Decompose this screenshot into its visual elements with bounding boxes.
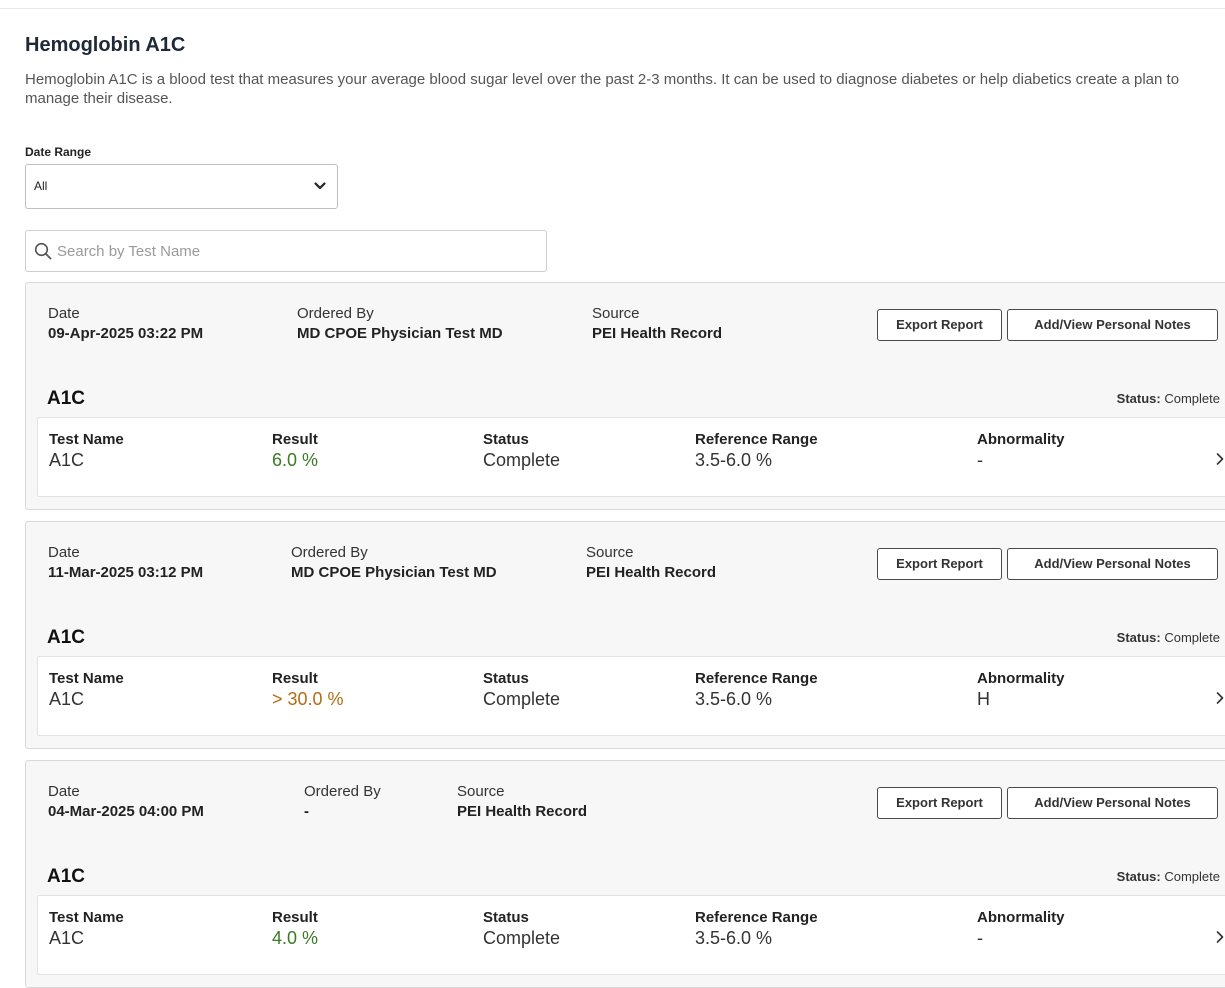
chevron-down-icon bbox=[314, 182, 326, 190]
status-value: Complete bbox=[1164, 391, 1220, 406]
col-status: Status bbox=[483, 431, 529, 448]
status-value: Complete bbox=[1164, 869, 1220, 884]
search-input[interactable] bbox=[57, 241, 527, 261]
page-description: Hemoglobin A1C is a blood test that meas… bbox=[25, 71, 1180, 107]
col-result: Result bbox=[272, 431, 318, 448]
date-value: 11-Mar-2025 03:12 PM bbox=[48, 564, 204, 581]
ordered-by-label: Ordered By bbox=[304, 783, 381, 800]
abnormality-value: H bbox=[977, 689, 990, 709]
test-row[interactable]: Test Name A1C Result 6.0 % Status Comple… bbox=[37, 417, 1225, 497]
reference-range-value: 3.5-6.0 % bbox=[695, 928, 773, 948]
status-cell-value: Complete bbox=[483, 928, 561, 948]
ordered-by-value: MD CPOE Physician Test MD bbox=[291, 564, 497, 581]
status-cell-value: Complete bbox=[483, 689, 561, 709]
col-reference-range: Reference Range bbox=[695, 909, 818, 926]
test-row[interactable]: Test Name A1C Result 4.0 % Status Comple… bbox=[37, 895, 1225, 975]
ordered-by-value: MD CPOE Physician Test MD bbox=[297, 325, 503, 342]
date-label: Date bbox=[48, 544, 80, 561]
status-prefix: Status: bbox=[1116, 391, 1161, 406]
test-title: A1C bbox=[47, 388, 86, 409]
source-label: Source bbox=[457, 783, 505, 800]
source-value: PEI Health Record bbox=[586, 564, 717, 581]
status-prefix: Status: bbox=[1116, 869, 1161, 884]
result-value: 6.0 % bbox=[272, 450, 319, 470]
result-value: > 30.0 % bbox=[272, 689, 344, 709]
source-value: PEI Health Record bbox=[592, 325, 723, 342]
reference-range-value: 3.5-6.0 % bbox=[695, 450, 773, 470]
col-reference-range: Reference Range bbox=[695, 670, 818, 687]
date-range-select[interactable]: All bbox=[25, 164, 338, 209]
date-value: 09-Apr-2025 03:22 PM bbox=[48, 325, 204, 342]
result-card: Date 09-Apr-2025 03:22 PM Ordered By MD … bbox=[25, 282, 1225, 510]
ordered-by-label: Ordered By bbox=[291, 544, 368, 561]
col-result: Result bbox=[272, 909, 318, 926]
status-line: Status: Complete bbox=[1117, 391, 1220, 406]
result-card: Date 04-Mar-2025 04:00 PM Ordered By - S… bbox=[25, 760, 1225, 988]
status-value: Complete bbox=[1164, 630, 1220, 645]
page-title: Hemoglobin A1C bbox=[25, 34, 186, 56]
chevron-right-icon[interactable] bbox=[1214, 929, 1225, 945]
test-row[interactable]: Test Name A1C Result > 30.0 % Status Com… bbox=[37, 656, 1225, 736]
source-label: Source bbox=[592, 305, 640, 322]
col-status: Status bbox=[483, 909, 529, 926]
test-title: A1C bbox=[47, 866, 86, 887]
ordered-by-value: - bbox=[304, 803, 309, 820]
abnormality-value: - bbox=[977, 450, 983, 470]
chevron-right-icon[interactable] bbox=[1214, 690, 1225, 706]
abnormality-value: - bbox=[977, 928, 983, 948]
export-report-button[interactable]: Export Report bbox=[877, 309, 1002, 341]
export-report-button[interactable]: Export Report bbox=[877, 548, 1002, 580]
col-test-name: Test Name bbox=[49, 431, 124, 448]
date-range-label: Date Range bbox=[25, 145, 92, 159]
col-test-name: Test Name bbox=[49, 909, 124, 926]
col-abnormality: Abnormality bbox=[977, 431, 1065, 448]
status-line: Status: Complete bbox=[1117, 630, 1220, 645]
export-report-button[interactable]: Export Report bbox=[877, 787, 1002, 819]
test-name-value: A1C bbox=[49, 689, 85, 709]
result-card: Date 11-Mar-2025 03:12 PM Ordered By MD … bbox=[25, 521, 1225, 749]
top-divider bbox=[0, 8, 1225, 9]
test-name-value: A1C bbox=[49, 450, 85, 470]
source-value: PEI Health Record bbox=[457, 803, 588, 820]
reference-range-value: 3.5-6.0 % bbox=[695, 689, 773, 709]
result-value: 4.0 % bbox=[272, 928, 319, 948]
test-title: A1C bbox=[47, 627, 86, 648]
search-box bbox=[25, 230, 547, 272]
personal-notes-button[interactable]: Add/View Personal Notes bbox=[1007, 787, 1218, 819]
status-cell-value: Complete bbox=[483, 450, 561, 470]
col-status: Status bbox=[483, 670, 529, 687]
chevron-right-icon[interactable] bbox=[1214, 451, 1225, 467]
col-test-name: Test Name bbox=[49, 670, 124, 687]
date-range-value: All bbox=[34, 179, 48, 193]
source-label: Source bbox=[586, 544, 634, 561]
ordered-by-label: Ordered By bbox=[297, 305, 374, 322]
test-name-value: A1C bbox=[49, 928, 85, 948]
search-icon bbox=[34, 242, 52, 260]
date-value: 04-Mar-2025 04:00 PM bbox=[48, 803, 204, 820]
status-prefix: Status: bbox=[1116, 630, 1161, 645]
status-line: Status: Complete bbox=[1117, 869, 1220, 884]
col-result: Result bbox=[272, 670, 318, 687]
personal-notes-button[interactable]: Add/View Personal Notes bbox=[1007, 309, 1218, 341]
personal-notes-button[interactable]: Add/View Personal Notes bbox=[1007, 548, 1218, 580]
col-abnormality: Abnormality bbox=[977, 670, 1065, 687]
date-label: Date bbox=[48, 783, 80, 800]
date-label: Date bbox=[48, 305, 80, 322]
col-reference-range: Reference Range bbox=[695, 431, 818, 448]
col-abnormality: Abnormality bbox=[977, 909, 1065, 926]
